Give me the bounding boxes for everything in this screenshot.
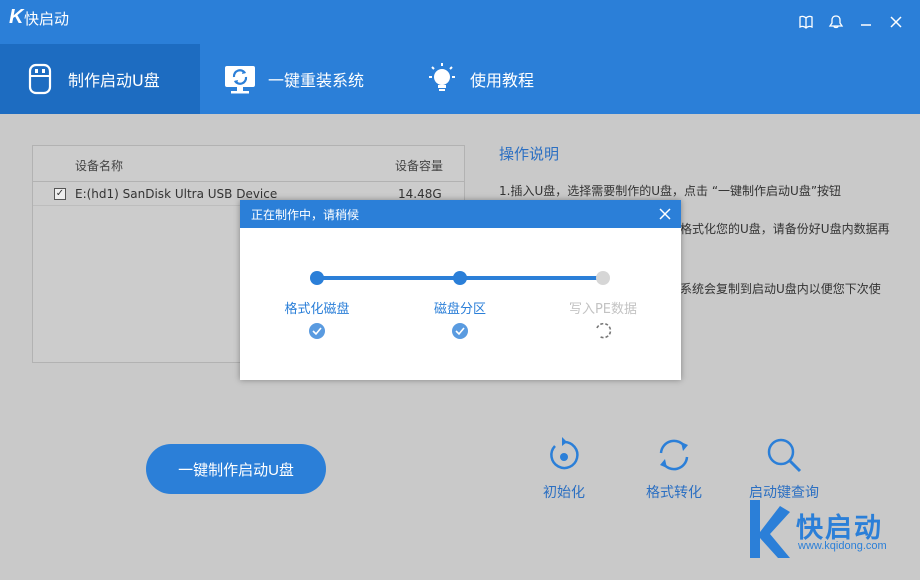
help-title: 操作说明 bbox=[499, 145, 560, 163]
close-icon[interactable] bbox=[657, 206, 673, 222]
app-title: 快启动 bbox=[24, 10, 70, 28]
tab-label: 一键重装系统 bbox=[268, 71, 365, 90]
watermark-url: www.kqidong.com bbox=[798, 540, 887, 552]
help-line-2: 格式化您的U盘，请备份好U盘内数据再 bbox=[680, 222, 890, 236]
step-dot-1 bbox=[310, 271, 324, 285]
dialog-header: 正在制作中，请稍候 bbox=[240, 200, 681, 228]
tab-label: 制作启动U盘 bbox=[68, 71, 160, 90]
tab-reinstall[interactable]: 一键重装系统 bbox=[222, 44, 402, 114]
dialog-title: 正在制作中，请稍候 bbox=[251, 208, 360, 222]
column-device-name: 设备名称 bbox=[75, 159, 124, 173]
check-icon bbox=[452, 323, 468, 339]
tab-label: 使用教程 bbox=[470, 71, 535, 90]
step-label-format: 格式化磁盘 bbox=[284, 302, 350, 317]
app-logo: K bbox=[9, 6, 24, 28]
device-list-header: 设备名称 设备容量 bbox=[33, 146, 464, 182]
watermark: 快启动 www.kqidong.com bbox=[744, 498, 914, 564]
device-size: 14.48G bbox=[398, 187, 442, 201]
device-checkbox[interactable]: ✓ bbox=[54, 188, 66, 200]
title-bar: K 快启动 bbox=[0, 0, 920, 44]
usb-icon bbox=[22, 61, 58, 97]
watermark-logo bbox=[750, 500, 790, 558]
check-icon bbox=[309, 323, 325, 339]
progress-dialog: 正在制作中，请稍候 格式化磁盘 磁盘分区 写入PE数据 bbox=[240, 200, 681, 380]
tool-label: 初始化 bbox=[543, 485, 585, 501]
reset-icon bbox=[545, 436, 583, 474]
convert-icon bbox=[655, 436, 693, 474]
help-line-1: 1.插入U盘，选择需要制作的U盘，点击 “一键制作启动U盘”按钮 bbox=[499, 184, 842, 198]
skin-icon[interactable] bbox=[826, 12, 846, 32]
main-nav: 制作启动U盘 一键重装系统 使用教程 bbox=[0, 44, 920, 114]
format-convert-button[interactable]: 格式转化 bbox=[629, 436, 719, 502]
close-icon[interactable] bbox=[886, 12, 906, 32]
lightbulb-icon bbox=[424, 61, 460, 97]
book-icon[interactable] bbox=[796, 12, 816, 32]
make-usb-button[interactable]: 一键制作启动U盘 bbox=[146, 444, 326, 494]
column-device-size: 设备容量 bbox=[395, 159, 444, 173]
search-icon bbox=[765, 436, 803, 474]
monitor-refresh-icon bbox=[222, 61, 258, 97]
spinner-icon bbox=[596, 322, 612, 339]
device-name: E:(hd1) SanDisk Ultra USB Device bbox=[75, 187, 278, 201]
header: K 快启动 制作启动U盘 一键重装系统 使用教程 bbox=[0, 0, 920, 114]
step-label-partition: 磁盘分区 bbox=[433, 302, 486, 317]
step-dot-2 bbox=[453, 271, 467, 285]
minimize-icon[interactable] bbox=[856, 12, 876, 32]
tool-label: 格式转化 bbox=[646, 485, 702, 501]
step-dot-3 bbox=[596, 271, 610, 285]
help-line-3: 系统会复制到启动U盘内以便您下次使 bbox=[680, 282, 881, 296]
tab-make-usb[interactable]: 制作启动U盘 bbox=[0, 44, 200, 114]
step-label-write-pe: 写入PE数据 bbox=[568, 302, 638, 317]
tab-tutorial[interactable]: 使用教程 bbox=[424, 44, 584, 114]
init-button[interactable]: 初始化 bbox=[519, 436, 609, 502]
boot-key-lookup-button[interactable]: 启动键查询 bbox=[739, 436, 829, 502]
